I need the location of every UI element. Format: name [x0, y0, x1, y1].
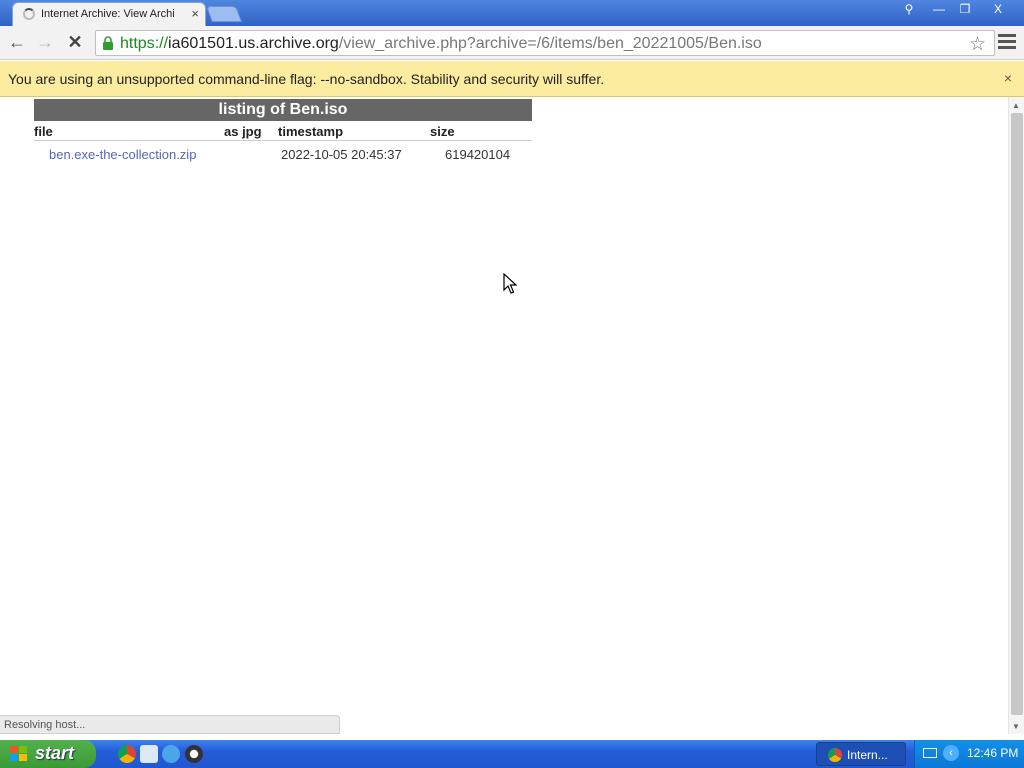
clock[interactable]: 12:46 PM	[967, 746, 1018, 760]
stop-loading-button[interactable]: ✕	[64, 32, 86, 54]
status-bubble: Resolving host...	[0, 715, 340, 734]
title-bar: Internet Archive: View Archi × ⚲ — ❐ X	[0, 0, 1024, 26]
infobar-message: You are using an unsupported command-lin…	[8, 71, 605, 87]
tab-internet-archive[interactable]: Internet Archive: View Archi ×	[12, 2, 206, 26]
close-window-button[interactable]: X	[980, 1, 1016, 19]
keyboard-icon[interactable]	[923, 748, 937, 758]
scrollbar-thumb[interactable]	[1011, 113, 1023, 715]
windows-logo-icon	[10, 746, 27, 761]
internet-explorer-quicklaunch-icon[interactable]	[162, 745, 180, 763]
warning-infobar: You are using an unsupported command-lin…	[0, 61, 1024, 97]
table-row: ben.exe-the-collection.zip 2022-10-05 20…	[34, 141, 532, 167]
user-profile-icon[interactable]: ⚲	[896, 1, 922, 19]
loading-spinner-icon	[23, 8, 35, 20]
listing-caption: listing of Ben.iso	[34, 99, 532, 121]
minimize-button[interactable]: —	[926, 1, 952, 19]
chrome-quicklaunch-icon[interactable]	[118, 745, 136, 763]
lock-icon	[103, 36, 113, 50]
page-content: listing of Ben.iso file as jpg timestamp…	[0, 97, 1008, 734]
system-tray: ‹ 12:46 PM	[914, 740, 1024, 768]
tab-title: Internet Archive: View Archi	[41, 8, 175, 20]
column-header-timestamp: timestamp	[278, 124, 344, 139]
taskbar-button-label: Intern...	[847, 748, 888, 762]
maximize-button[interactable]: ❐	[952, 1, 978, 19]
file-size: 619420104	[445, 147, 511, 162]
start-label: start	[35, 743, 75, 763]
back-button[interactable]: ←	[6, 32, 28, 54]
mouse-cursor-icon	[503, 273, 517, 294]
url-path: /view_archive.php?archive=/6/items/ben_2…	[338, 35, 762, 52]
new-tab-button[interactable]	[206, 6, 242, 22]
column-header-file: file	[34, 124, 53, 139]
infobar-close-icon[interactable]: ×	[1004, 70, 1012, 86]
taskbar-button-browser[interactable]: Intern...	[816, 742, 906, 766]
browser-toolbar: ← → ✕ https://ia601501.us.archive.org/vi…	[0, 26, 1024, 60]
explorer-quicklaunch-icon[interactable]	[140, 745, 158, 763]
bookmark-star-icon[interactable]: ☆	[969, 33, 986, 56]
show-hidden-icons-icon[interactable]: ‹	[943, 745, 959, 761]
chrome-icon	[828, 748, 842, 762]
url-scheme: https://	[120, 35, 169, 52]
url-host: ia601501.us.archive.org	[168, 35, 339, 52]
tab-close-icon[interactable]: ×	[191, 6, 199, 21]
column-header-as-jpg: as jpg	[224, 124, 262, 139]
listing-header-row: file as jpg timestamp size	[34, 121, 532, 141]
start-button[interactable]: start	[0, 740, 96, 768]
address-bar[interactable]: https://ia601501.us.archive.org/view_arc…	[95, 30, 995, 56]
archive-listing-table: listing of Ben.iso file as jpg timestamp…	[34, 99, 532, 167]
column-header-size: size	[430, 124, 455, 139]
url-text[interactable]: https://ia601501.us.archive.org/view_arc…	[120, 35, 762, 53]
media-player-quicklaunch-icon[interactable]	[185, 745, 203, 763]
file-timestamp: 2022-10-05 20:45:37	[281, 147, 402, 162]
taskbar: start Intern... ‹ 12:46 PM	[0, 740, 1024, 768]
scroll-up-arrow-icon[interactable]: ▲	[1012, 101, 1020, 110]
forward-button[interactable]: →	[34, 32, 56, 54]
vertical-scrollbar[interactable]: ▲ ▼	[1008, 97, 1024, 734]
menu-icon[interactable]	[998, 34, 1016, 50]
scroll-down-arrow-icon[interactable]: ▼	[1012, 722, 1020, 731]
file-link[interactable]: ben.exe-the-collection.zip	[49, 147, 196, 162]
